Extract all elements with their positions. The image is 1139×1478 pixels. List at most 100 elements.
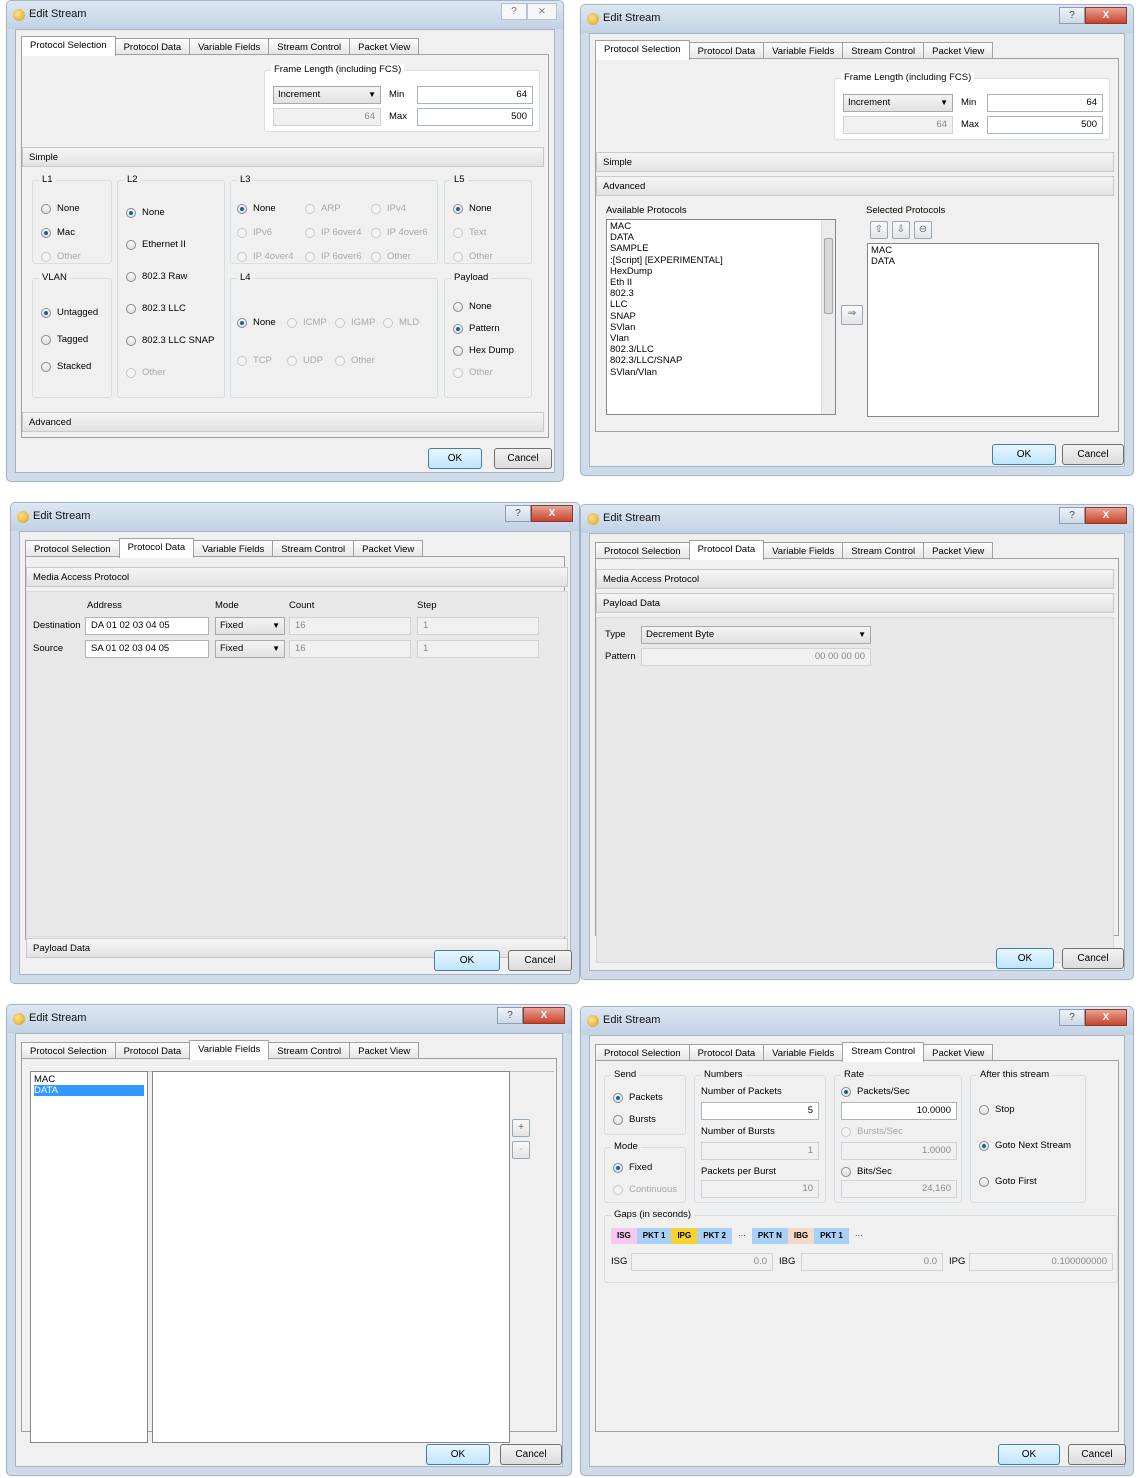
close-button[interactable]: X (523, 1007, 565, 1024)
help-button[interactable]: ? (505, 505, 531, 522)
l1-mac-radio[interactable]: Mac (41, 227, 75, 238)
advanced-section-header[interactable]: Advanced (22, 412, 544, 432)
available-protocols-list[interactable]: MAC DATA SAMPLE :[Script] [EXPERIMENTAL]… (606, 219, 836, 415)
payload-data-section-header[interactable]: Payload Data (596, 593, 1114, 613)
ok-button[interactable]: OK (428, 448, 482, 469)
list-item[interactable]: SAMPLE (610, 243, 832, 254)
list-item[interactable]: 802.3 (610, 288, 832, 299)
payload-pattern-radio[interactable]: Pattern (453, 323, 500, 334)
tab-protocol-data[interactable]: Protocol Data (688, 1044, 765, 1061)
tab-stream-control[interactable]: Stream Control (268, 38, 351, 55)
tab-protocol-data[interactable]: Protocol Data (118, 538, 195, 558)
send-packets-radio[interactable]: Packets (613, 1092, 663, 1103)
add-field-button[interactable]: + (512, 1119, 530, 1137)
source-address-input[interactable]: SA 01 02 03 04 05 (85, 640, 209, 658)
ok-button[interactable]: OK (426, 1444, 490, 1465)
list-item[interactable]: SVlan/Vlan (610, 367, 832, 378)
after-goto-next-radio[interactable]: Goto Next Stream (979, 1140, 1071, 1151)
payload-type-select[interactable]: Decrement Byte ▼ (641, 626, 871, 644)
l4-igmp-radio[interactable]: IGMP (335, 317, 375, 328)
tab-packet-view[interactable]: Packet View (923, 42, 994, 59)
tab-protocol-data[interactable]: Protocol Data (688, 42, 765, 59)
cancel-button[interactable]: Cancel (508, 950, 572, 971)
help-button[interactable]: ? (1059, 7, 1085, 24)
simple-section-header[interactable]: Simple (596, 152, 1114, 172)
after-stop-radio[interactable]: Stop (979, 1104, 1015, 1115)
after-goto-first-radio[interactable]: Goto First (979, 1176, 1037, 1187)
tab-variable-fields[interactable]: Variable Fields (763, 1044, 844, 1061)
l4-icmp-radio[interactable]: ICMP (287, 317, 327, 328)
l3-ip4over4-radio[interactable]: IP 4over4 (237, 251, 294, 262)
tab-protocol-selection[interactable]: Protocol Selection (21, 1042, 116, 1059)
tab-variable-fields[interactable]: Variable Fields (189, 38, 270, 55)
frame-length-mode-select[interactable]: Increment ▼ (843, 94, 953, 112)
min-input[interactable]: 64 (417, 86, 533, 104)
help-button[interactable]: ? (1059, 507, 1085, 524)
destination-address-input[interactable]: DA 01 02 03 04 05 (85, 617, 209, 635)
tab-stream-control[interactable]: Stream Control (268, 1042, 351, 1059)
min-input[interactable]: 64 (987, 94, 1103, 112)
list-item[interactable]: :[Script] [EXPERIMENTAL] (610, 255, 832, 266)
mac-section-header[interactable]: Media Access Protocol (26, 567, 568, 587)
tab-packet-view[interactable]: Packet View (923, 542, 994, 559)
cancel-button[interactable]: Cancel (500, 1444, 562, 1465)
tab-protocol-selection[interactable]: Protocol Selection (595, 1044, 690, 1061)
l3-ipv6-radio[interactable]: IPv6 (237, 227, 272, 238)
l3-other-radio[interactable]: Other (371, 251, 411, 262)
l3-none-radio[interactable]: None (237, 203, 276, 214)
l3-ip4over6-radio[interactable]: IP 4over6 (371, 227, 428, 238)
l4-other-radio[interactable]: Other (335, 355, 375, 366)
tab-packet-view[interactable]: Packet View (353, 540, 424, 557)
remove-field-button[interactable]: - (512, 1141, 530, 1159)
remove-protocol-button[interactable]: ⊖ (914, 221, 932, 239)
l2-ethernet-ii-radio[interactable]: Ethernet II (126, 239, 186, 250)
payload-other-radio[interactable]: Other (453, 367, 493, 378)
l2-none-radio[interactable]: None (126, 207, 165, 218)
list-item[interactable]: Vlan (610, 333, 832, 344)
cancel-button[interactable]: Cancel (1068, 1444, 1126, 1465)
tab-stream-control[interactable]: Stream Control (842, 542, 925, 559)
packets-per-sec-input[interactable]: 10.0000 (841, 1102, 957, 1120)
close-button[interactable]: X (1085, 7, 1127, 24)
list-item[interactable]: LLC (610, 299, 832, 310)
list-item-selected[interactable]: DATA (34, 1085, 144, 1096)
max-input[interactable]: 500 (987, 116, 1103, 134)
vlan-stacked-radio[interactable]: Stacked (41, 361, 91, 372)
tab-variable-fields[interactable]: Variable Fields (189, 1040, 270, 1060)
help-button[interactable]: ? (497, 1007, 523, 1024)
vlan-untagged-radio[interactable]: Untagged (41, 307, 98, 318)
rate-bursts-per-sec-radio[interactable]: Bursts/Sec (841, 1126, 903, 1137)
payload-none-radio[interactable]: None (453, 301, 492, 312)
ok-button[interactable]: OK (998, 1444, 1060, 1465)
tab-variable-fields[interactable]: Variable Fields (193, 540, 274, 557)
help-button[interactable]: ? (501, 3, 527, 20)
l4-mld-radio[interactable]: MLD (383, 317, 419, 328)
ok-button[interactable]: OK (992, 444, 1056, 465)
list-item[interactable]: 802.3/LLC/SNAP (610, 355, 832, 366)
tab-stream-control[interactable]: Stream Control (842, 1042, 925, 1062)
list-item[interactable]: DATA (610, 232, 832, 243)
frame-length-mode-select[interactable]: Increment ▼ (273, 86, 381, 104)
simple-section-header[interactable]: Simple (22, 147, 544, 167)
tab-stream-control[interactable]: Stream Control (842, 42, 925, 59)
tab-variable-fields[interactable]: Variable Fields (763, 42, 844, 59)
list-item[interactable]: DATA (871, 256, 1095, 267)
cancel-button[interactable]: Cancel (1062, 948, 1124, 969)
l1-other-radio[interactable]: Other (41, 251, 81, 262)
ok-button[interactable]: OK (996, 948, 1054, 969)
send-bursts-radio[interactable]: Bursts (613, 1114, 656, 1125)
tab-protocol-data[interactable]: Protocol Data (688, 540, 765, 560)
list-item[interactable]: Eth II (610, 277, 832, 288)
move-up-button[interactable]: ⇧ (870, 221, 888, 239)
source-mode-select[interactable]: Fixed ▼ (215, 640, 285, 658)
list-item[interactable]: MAC (871, 245, 1095, 256)
l3-ip6over4-radio[interactable]: IP 6over4 (305, 227, 362, 238)
list-item[interactable]: MAC (34, 1074, 144, 1085)
l3-arp-radio[interactable]: ARP (305, 203, 341, 214)
advanced-section-header[interactable]: Advanced (596, 176, 1114, 196)
help-button[interactable]: ? (1059, 1009, 1085, 1026)
list-item[interactable]: MAC (610, 221, 832, 232)
l1-none-radio[interactable]: None (41, 203, 80, 214)
l5-other-radio[interactable]: Other (453, 251, 493, 262)
close-button[interactable]: X (1085, 507, 1127, 524)
